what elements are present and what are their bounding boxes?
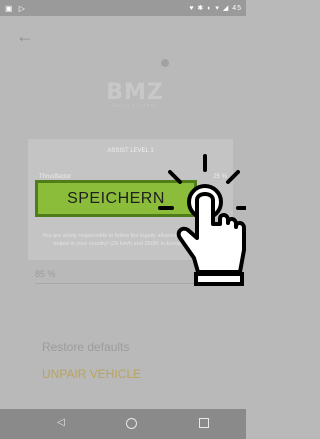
android-nav-bar: ◁ — [0, 409, 246, 439]
tap-hand-icon — [158, 154, 246, 286]
brand-logo-subtitle: DRIVE SYSTEMS — [113, 103, 159, 108]
status-left-icons: ▣ ▷ — [5, 4, 27, 13]
nav-home-icon[interactable] — [126, 418, 137, 429]
status-right-icons: ♥ ✱ ◐ ▾ ◢ 45 — [189, 5, 242, 12]
setting-value: 85 % — [35, 269, 56, 279]
nav-back-icon[interactable]: ◁ — [57, 417, 65, 428]
status-bar: ▣ ▷ ♥ ✱ ◐ ▾ ◢ 45 — [0, 0, 246, 16]
app-bar: ← — [0, 16, 246, 64]
brand-logo: BMZ — [106, 80, 164, 105]
restore-defaults-button[interactable]: Restore defaults — [42, 340, 129, 354]
nav-recent-icon[interactable] — [199, 418, 209, 428]
back-arrow-icon[interactable]: ← — [16, 26, 34, 47]
connection-dot-icon — [161, 59, 169, 67]
unpair-vehicle-button[interactable]: UNPAIR VEHICLE — [42, 367, 141, 381]
